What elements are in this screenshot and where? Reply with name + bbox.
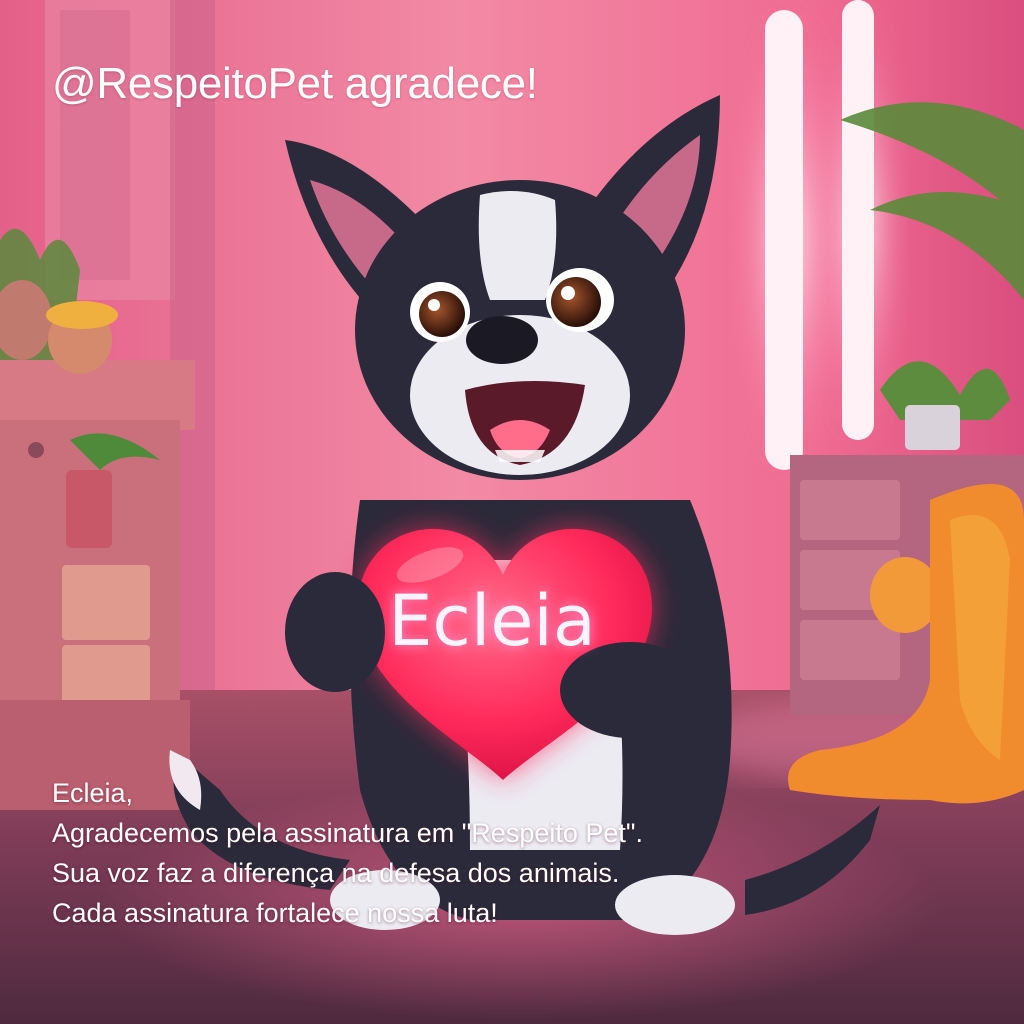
message-line: Ecleia, xyxy=(52,778,134,808)
neon-lights xyxy=(740,0,900,480)
heart-name: Ecleia xyxy=(388,580,596,662)
thank-you-message: Ecleia, Agradecemos pela assinatura em "… xyxy=(52,773,643,933)
message-line: Sua voz faz a diferença na defesa dos an… xyxy=(52,858,620,888)
left-paw xyxy=(285,572,385,692)
page-title: @RespeitoPet agradece! xyxy=(52,59,538,108)
message-line: Cada assinatura fortalece nossa luta! xyxy=(52,898,498,928)
message-line: Agradecemos pela assinatura em "Respeito… xyxy=(52,818,643,848)
